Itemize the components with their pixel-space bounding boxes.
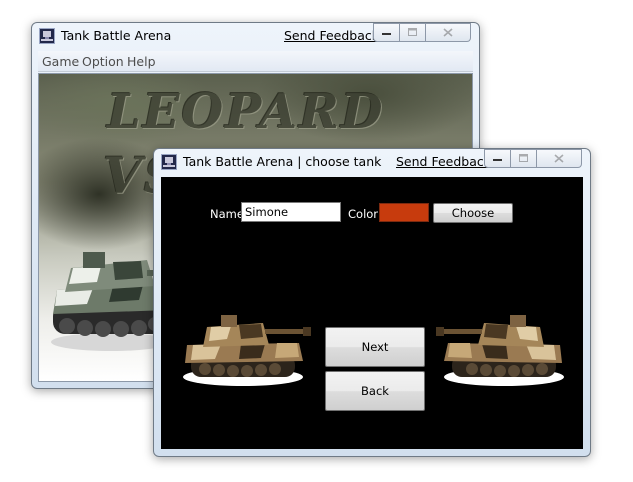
banner-title: LEOPARD: [107, 84, 385, 140]
tank-image-left: [183, 315, 311, 386]
send-feedback-link[interactable]: Send Feedback: [396, 154, 491, 169]
choose-color-button[interactable]: Choose: [433, 203, 513, 223]
color-swatch: [379, 203, 429, 222]
tank-image-right: [436, 315, 564, 386]
menu-option[interactable]: Option: [82, 54, 124, 69]
main-window-titlebar[interactable]: Tank Battle Arena Send Feedback: [32, 23, 479, 49]
minimize-button[interactable]: [484, 149, 511, 168]
color-label: Color: [348, 207, 379, 221]
app-icon: [39, 28, 55, 44]
menu-help[interactable]: Help: [127, 54, 156, 69]
back-button[interactable]: Back: [325, 371, 425, 411]
choose-tank-window[interactable]: Tank Battle Arena | choose tank Send Fee…: [153, 148, 591, 457]
close-icon: [554, 154, 564, 163]
main-window-title: Tank Battle Arena: [61, 28, 172, 43]
maximize-button[interactable]: [511, 149, 537, 168]
minimize-button[interactable]: [373, 23, 400, 42]
name-input[interactable]: [241, 202, 341, 222]
app-icon: [161, 154, 177, 170]
maximize-icon: [518, 154, 528, 162]
choose-tank-panel: Name Color Choose Next Back: [161, 177, 583, 449]
minimize-icon: [381, 32, 391, 35]
close-button[interactable]: [426, 23, 471, 42]
close-icon: [443, 28, 453, 37]
minimize-icon: [492, 158, 502, 161]
close-button[interactable]: [537, 149, 582, 168]
maximize-icon: [407, 28, 417, 36]
choose-tank-title: Tank Battle Arena | choose tank: [183, 154, 382, 169]
choose-tank-titlebar[interactable]: Tank Battle Arena | choose tank Send Fee…: [154, 149, 590, 175]
name-label: Name: [210, 207, 244, 221]
menu-game[interactable]: Game: [42, 54, 79, 69]
next-button[interactable]: Next: [325, 327, 425, 367]
send-feedback-link[interactable]: Send Feedback: [284, 28, 379, 43]
menu-bar: Game Option Help: [38, 51, 473, 72]
maximize-button[interactable]: [400, 23, 426, 42]
